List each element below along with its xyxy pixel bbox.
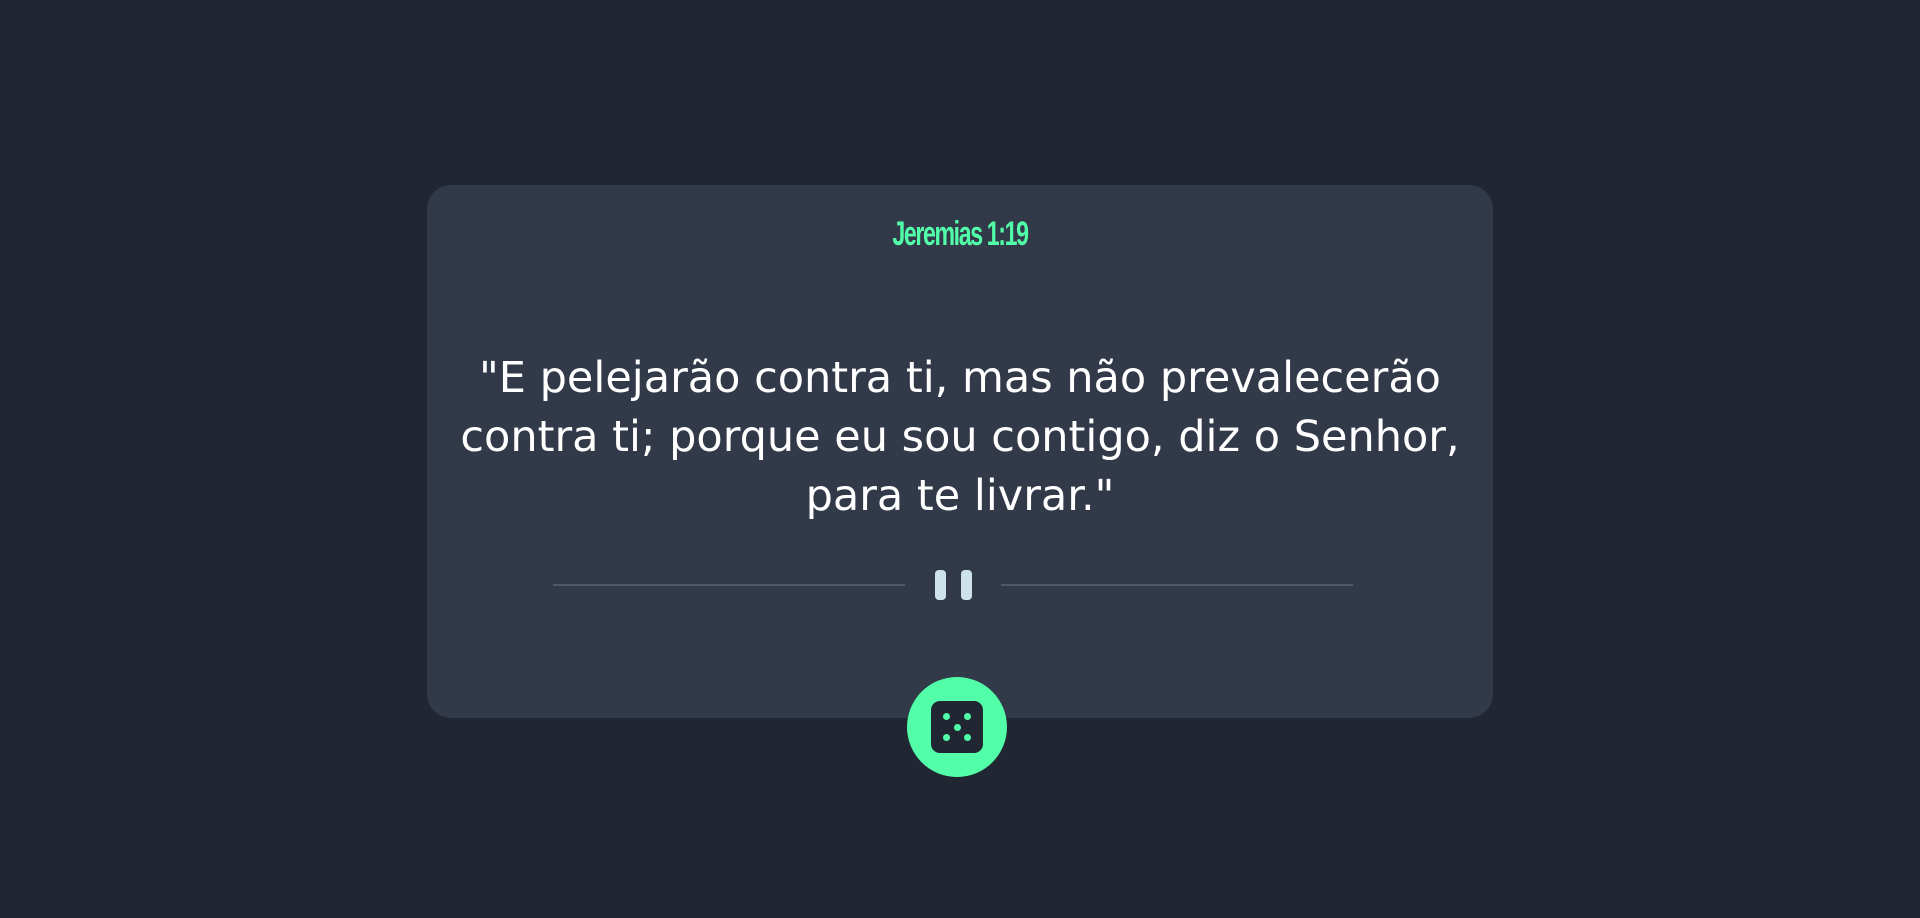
dice-dot xyxy=(953,723,961,731)
pause-bar-left xyxy=(935,570,946,600)
verse-reference: Jeremias 1:19 xyxy=(892,215,1029,253)
pause-icon xyxy=(935,570,973,600)
dice-dot xyxy=(943,713,950,720)
page: Jeremias 1:19 "E pelejarão contra ti, ma… xyxy=(0,0,1920,918)
dice-dot xyxy=(964,713,971,720)
verse-text: "E pelejarão contra ti, mas não prevalec… xyxy=(460,353,1460,521)
dice-dot xyxy=(943,734,950,741)
divider xyxy=(553,570,1353,600)
random-verse-button[interactable] xyxy=(907,677,1007,777)
pause-bar-right xyxy=(961,570,972,600)
divider-line-right xyxy=(1001,584,1353,586)
dice-dot xyxy=(964,734,971,741)
divider-line-left xyxy=(553,584,905,586)
advice-card: Jeremias 1:19 "E pelejarão contra ti, ma… xyxy=(427,185,1493,718)
dice-icon xyxy=(931,701,983,753)
